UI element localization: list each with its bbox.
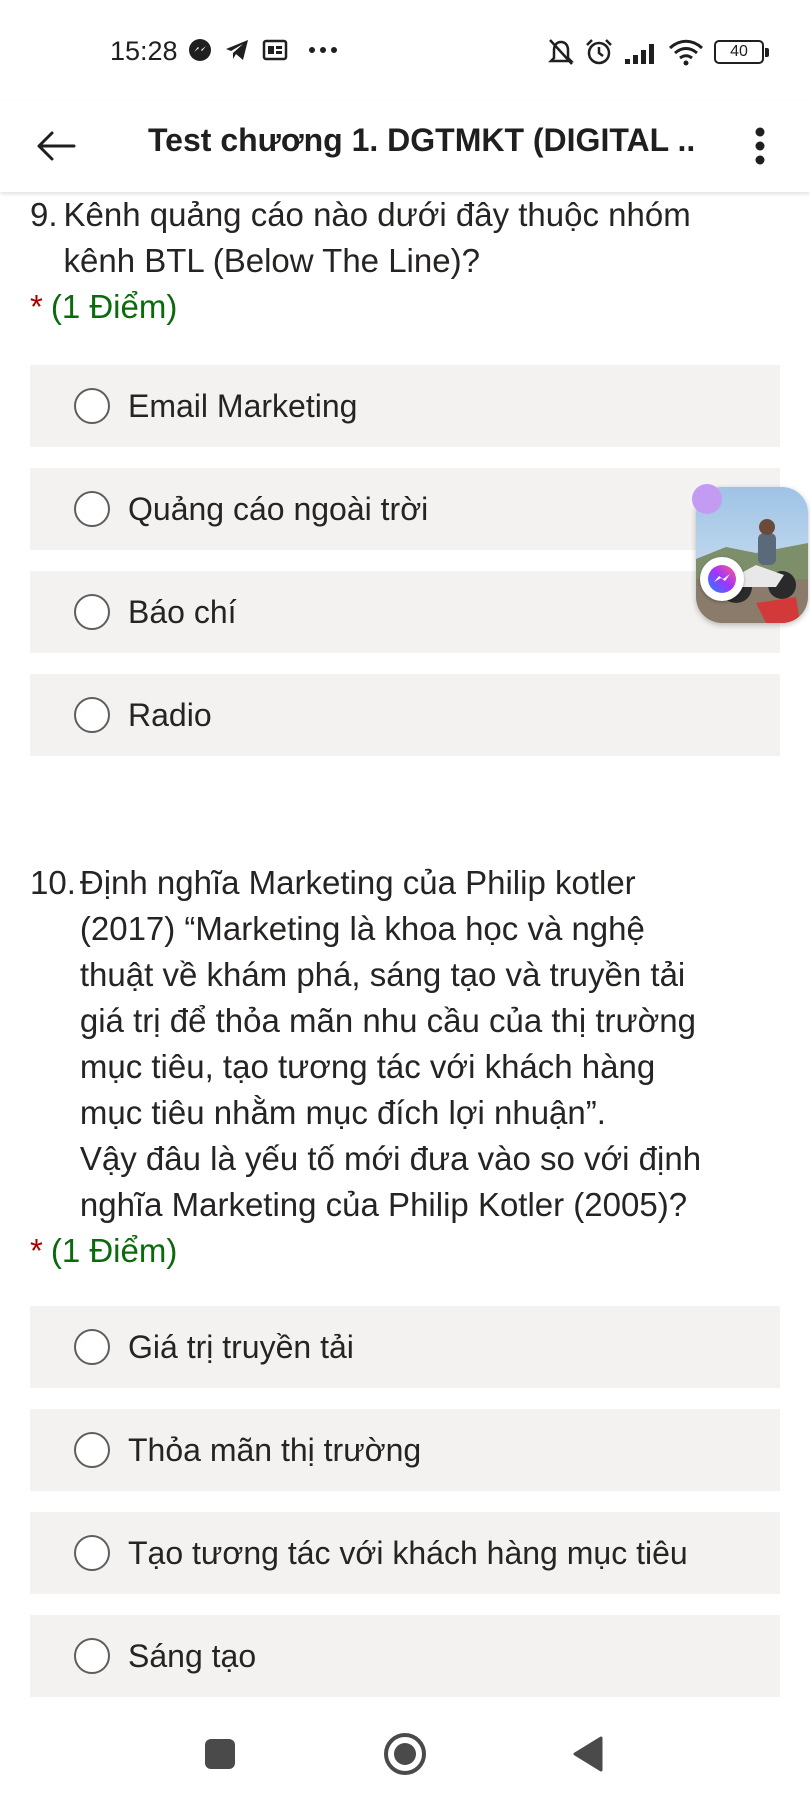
question-9: 9. Kênh quảng cáo nào dưới đây thuộc nhó… xyxy=(30,192,780,330)
arrow-left-icon xyxy=(37,131,76,161)
question-points: * (1 Điểm) xyxy=(30,284,780,330)
system-nav-bar xyxy=(0,1700,810,1800)
radio-button[interactable] xyxy=(74,1329,110,1365)
kebab-menu-icon xyxy=(755,127,765,165)
option-label: Email Marketing xyxy=(128,387,358,424)
radio-button[interactable] xyxy=(74,594,110,630)
option-radio[interactable]: Radio xyxy=(30,674,780,756)
form-content: 9. Kênh quảng cáo nào dưới đây thuộc nhó… xyxy=(0,192,810,1700)
option-newspaper[interactable]: Báo chí xyxy=(30,571,780,653)
points-label: (1 Điểm) xyxy=(50,1232,178,1269)
question-10: 10. Định nghĩa Marketing của Philip kotl… xyxy=(30,860,780,1274)
battery-icon: 40 xyxy=(714,40,769,64)
option-label: Sáng tạo xyxy=(128,1637,257,1674)
page-title: Test chương 1. DGTMKT (DIGITAL ... xyxy=(148,122,696,158)
question-title: 10. Định nghĩa Marketing của Philip kotl… xyxy=(30,860,780,1228)
question-number: 9. xyxy=(30,196,58,233)
battery-level: 40 xyxy=(730,43,748,60)
question-text: Định nghĩa Marketing của Philip kotler (… xyxy=(79,864,702,1223)
required-mark: * xyxy=(30,288,43,325)
option-email-marketing[interactable]: Email Marketing xyxy=(30,365,780,447)
home-button[interactable] xyxy=(375,1724,435,1784)
radio-button[interactable] xyxy=(74,697,110,733)
required-mark: * xyxy=(30,1232,43,1269)
back-button[interactable] xyxy=(30,120,82,172)
game-icon xyxy=(262,39,288,61)
radio-button[interactable] xyxy=(74,1535,110,1571)
signal-icon xyxy=(625,44,654,64)
alarm-icon xyxy=(586,39,612,65)
question-number: 10. xyxy=(30,864,76,901)
back-triangle-icon xyxy=(573,1736,603,1772)
screen: 15:28 40 Test chương 1. DGTMKT (DIGITAL … xyxy=(0,0,810,1800)
telegram-icon xyxy=(226,40,248,60)
recents-button[interactable] xyxy=(190,1724,250,1784)
more-options-button[interactable] xyxy=(740,118,780,174)
option-label: Tạo tương tác với khách hàng mục tiêu xyxy=(128,1534,688,1571)
option-label: Giá trị truyền tải xyxy=(128,1328,354,1365)
points-label: (1 Điểm) xyxy=(50,288,178,325)
option-creativity[interactable]: Sáng tạo xyxy=(30,1615,780,1697)
more-dots-icon xyxy=(309,47,337,53)
option-customer-interaction[interactable]: Tạo tương tác với khách hàng mục tiêu xyxy=(30,1512,780,1594)
status-bar: 15:28 40 xyxy=(0,0,810,100)
wifi-icon xyxy=(668,39,704,66)
messenger-icon xyxy=(189,39,211,61)
radio-button[interactable] xyxy=(74,1432,110,1468)
back-nav-button[interactable] xyxy=(558,1724,618,1784)
bell-off-icon xyxy=(548,39,574,65)
radio-button[interactable] xyxy=(74,491,110,527)
messenger-badge-icon xyxy=(700,557,744,601)
chat-head-indicator-dot xyxy=(692,484,722,514)
option-label: Quảng cáo ngoài trời xyxy=(128,490,429,527)
radio-button[interactable] xyxy=(74,1638,110,1674)
recents-square-icon xyxy=(205,1739,235,1769)
home-circle-icon xyxy=(384,1733,426,1775)
option-label: Radio xyxy=(128,696,212,733)
option-outdoor-advertising[interactable]: Quảng cáo ngoài trời xyxy=(30,468,780,550)
option-label: Báo chí xyxy=(128,593,237,630)
option-value-delivery[interactable]: Giá trị truyền tải xyxy=(30,1306,780,1388)
status-time: 15:28 xyxy=(110,36,178,66)
option-label: Thỏa mãn thị trường xyxy=(128,1431,422,1468)
app-header: Test chương 1. DGTMKT (DIGITAL ... xyxy=(0,100,810,192)
question-title: 9. Kênh quảng cáo nào dưới đây thuộc nhó… xyxy=(30,192,780,284)
radio-button[interactable] xyxy=(74,388,110,424)
question-points: * (1 Điểm) xyxy=(30,1228,780,1274)
question-text: Kênh quảng cáo nào dưới đây thuộc nhóm k… xyxy=(63,196,691,279)
option-market-satisfaction[interactable]: Thỏa mãn thị trường xyxy=(30,1409,780,1491)
